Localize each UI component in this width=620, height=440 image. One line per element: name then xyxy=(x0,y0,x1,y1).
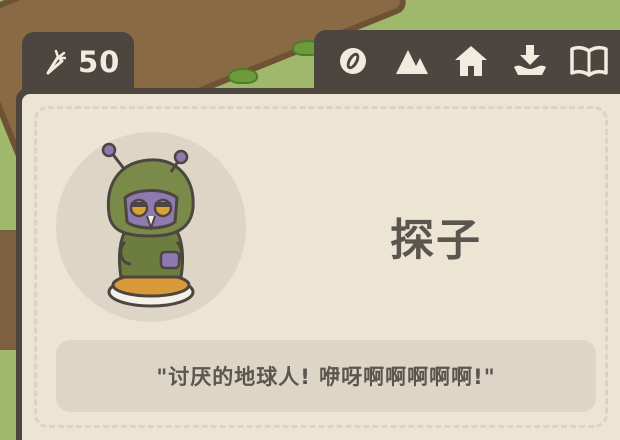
top-toolbar xyxy=(314,30,620,92)
seed-icon xyxy=(336,44,370,78)
card-body: 探子 "讨厌的地球人! 咿呀啊啊啊啊啊!" xyxy=(22,94,620,440)
sprout-plant xyxy=(228,68,258,84)
seed-button[interactable] xyxy=(330,38,376,84)
character-name: 探子 xyxy=(390,215,482,266)
character-card: 探子 "讨厌的地球人! 咿呀啊啊啊啊啊!" xyxy=(16,88,620,440)
home-button[interactable] xyxy=(448,38,494,84)
carrot-counter: 50 xyxy=(22,32,134,92)
home-icon xyxy=(453,44,489,78)
book-icon xyxy=(569,45,609,77)
carrot-icon xyxy=(44,49,66,75)
quote-panel: "讨厌的地球人! 咿呀啊啊啊啊啊!" xyxy=(56,340,596,412)
download-collect-icon xyxy=(512,43,548,79)
character-portrait xyxy=(56,132,246,322)
hooded-figure-portrait xyxy=(101,142,195,308)
carrot-count: 50 xyxy=(78,45,121,79)
character-quote: "讨厌的地球人! 咿呀啊啊啊啊啊!" xyxy=(156,365,496,389)
book-button[interactable] xyxy=(566,38,612,84)
tent-button[interactable] xyxy=(389,38,435,84)
collect-button[interactable] xyxy=(507,38,553,84)
tent-icon xyxy=(394,46,430,76)
